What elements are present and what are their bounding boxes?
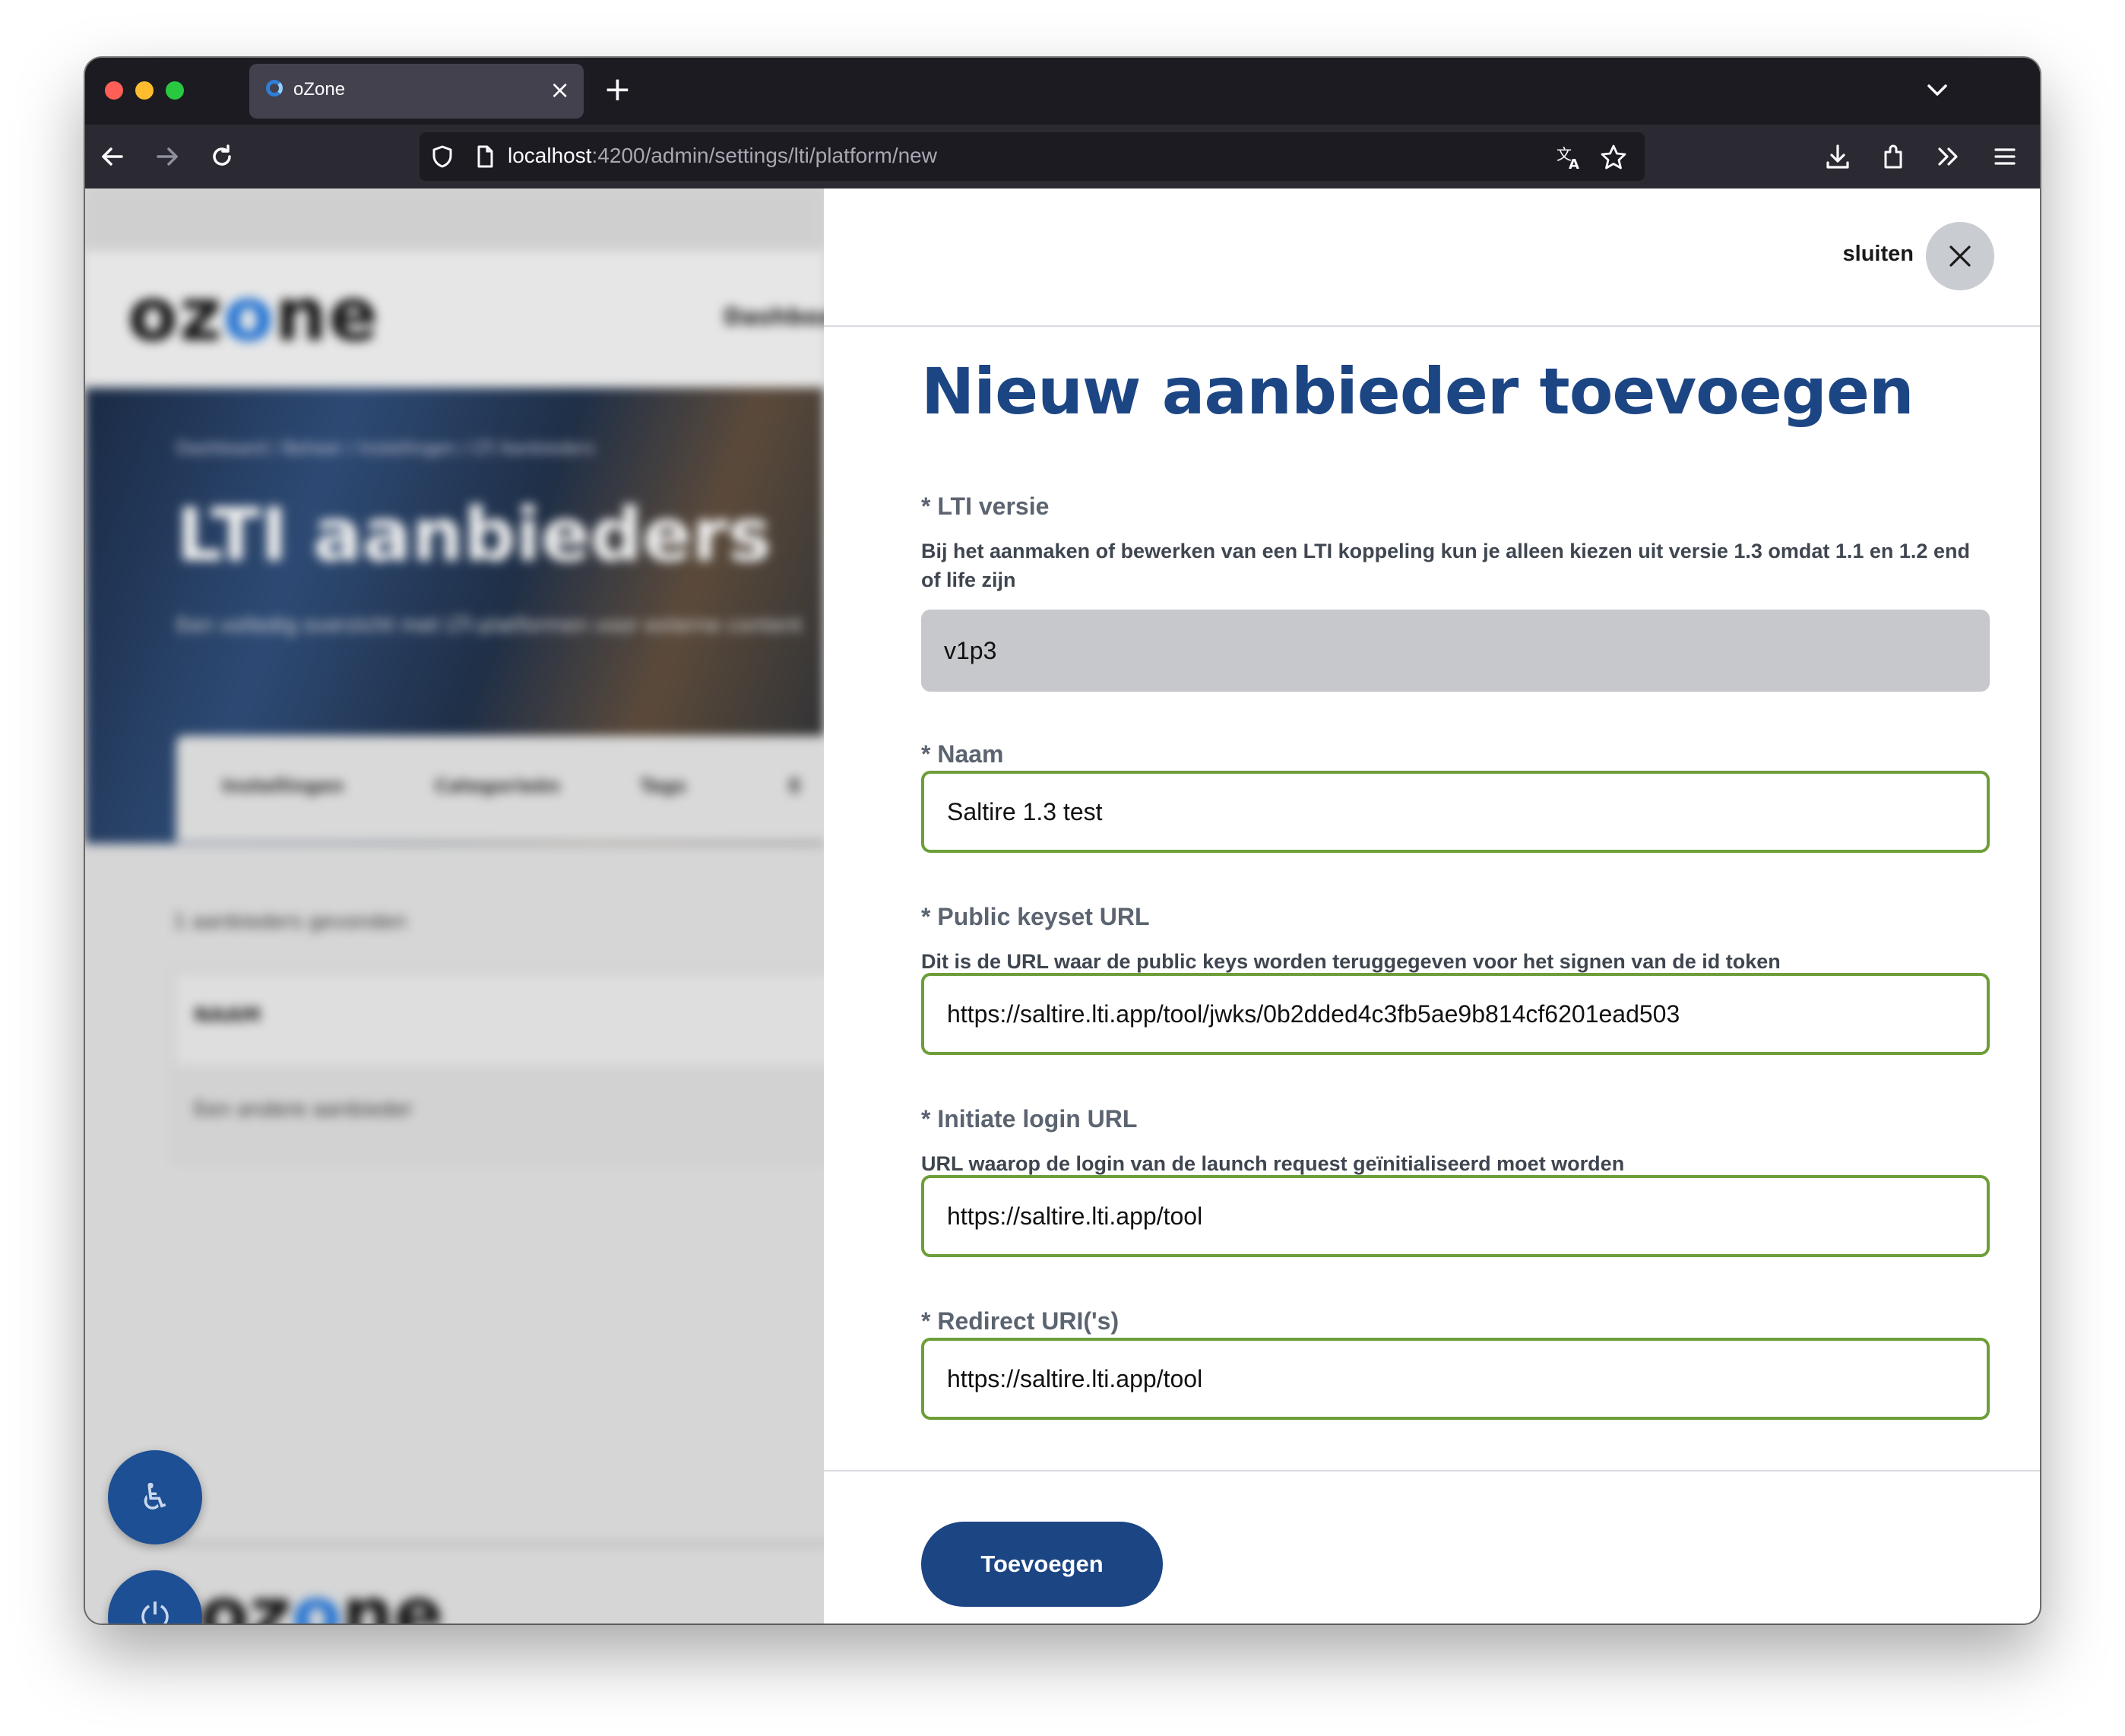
background-tab: E	[789, 775, 802, 797]
translate-icon[interactable]: 文 A	[1555, 143, 1584, 172]
reload-icon[interactable]	[207, 141, 237, 172]
public-keyset-url-help: Dit is de URL waar de public keys worden…	[921, 950, 1781, 973]
redirect-uris-label: * Redirect URI('s)	[921, 1307, 1120, 1335]
new-tab-button[interactable]: +	[603, 70, 632, 109]
close-button[interactable]	[1926, 222, 1994, 290]
back-arrow-icon[interactable]	[97, 141, 128, 172]
add-provider-panel: sluiten Nieuw aanbieder toevoegen * LTI …	[824, 188, 2040, 1624]
table-row: Een andere aanbieder	[176, 1065, 824, 1159]
close-icon	[1949, 246, 1971, 267]
browser-tab[interactable]: oZone ×	[249, 64, 584, 119]
shield-icon[interactable]	[429, 143, 456, 170]
initiate-login-url-label: * Initiate login URL	[921, 1105, 1138, 1133]
close-label[interactable]: sluiten	[1843, 242, 1914, 267]
background-tabs: Instellingen Categorieën Tags E	[176, 736, 824, 842]
close-window-button[interactable]	[105, 81, 123, 100]
background-table-cell: Een andere aanbieder	[194, 1098, 413, 1121]
panel-footer-divider	[824, 1470, 2040, 1471]
navigation-bar: localhost:4200/admin/settings/lti/platfo…	[85, 125, 2040, 188]
logo-part: oz	[128, 272, 223, 357]
logo-accent: o	[291, 1572, 342, 1624]
browser-window: oZone × + localhost:4200/admin/settings/…	[85, 58, 2040, 1624]
svg-text:A: A	[1569, 157, 1579, 172]
background-subtitle: Een volledig overzicht met LTI-platforme…	[176, 614, 803, 637]
bookmark-star-icon[interactable]	[1599, 143, 1628, 172]
page-icon[interactable]	[471, 143, 499, 170]
ozone-favicon-icon	[266, 80, 283, 97]
initiate-login-url-input[interactable]	[921, 1175, 1990, 1257]
url-host: localhost	[508, 144, 592, 167]
extensions-icon[interactable]	[1879, 141, 1909, 172]
initiate-login-url-help: URL waarop de login van de launch reques…	[921, 1152, 1625, 1175]
redirect-uris-input[interactable]	[921, 1338, 1990, 1420]
power-button[interactable]: ⏻	[108, 1570, 202, 1624]
logo-part: ne	[341, 1572, 444, 1624]
name-input[interactable]	[921, 771, 1990, 853]
maximize-window-button[interactable]	[166, 81, 184, 100]
minimize-window-button[interactable]	[135, 81, 154, 100]
background-page-title: LTI aanbieders	[176, 493, 771, 578]
background-breadcrumb: Dashboard / Beheer / Instellingen / LTI …	[176, 439, 595, 458]
background-tab: Tags	[640, 775, 686, 797]
background-tab: Instellingen	[222, 775, 344, 797]
page-content: ozone Dashboa Dashboard / Beheer / Inste…	[85, 188, 2040, 1624]
background-nav-item: Dashboa	[724, 304, 824, 331]
lti-version-label: * LTI versie	[921, 493, 1050, 520]
background-footer-divider	[169, 1541, 824, 1546]
logo-part: ne	[274, 272, 380, 357]
name-label: * Naam	[921, 740, 1004, 768]
background-footer-logo: ozone	[199, 1572, 443, 1624]
power-icon: ⏻	[141, 1596, 169, 1624]
background-table-header: NAAM	[194, 1004, 261, 1027]
hamburger-menu-icon[interactable]	[1990, 141, 2020, 172]
tab-title: oZone	[293, 79, 346, 100]
panel-title: Nieuw aanbieder toevoegen	[921, 354, 1914, 429]
public-keyset-url-label: * Public keyset URL	[921, 903, 1150, 930]
background-page: ozone Dashboa Dashboard / Beheer / Inste…	[85, 188, 824, 1624]
logo-accent: o	[223, 272, 275, 357]
background-top-strip	[85, 188, 824, 251]
overflow-chevrons-icon[interactable]	[1933, 141, 1964, 172]
background-table: NAAM Een andere aanbieder	[173, 971, 824, 1161]
accessibility-icon: ♿	[138, 1476, 172, 1519]
logo-part: oz	[199, 1572, 292, 1624]
background-tab: Categorieën	[435, 775, 560, 797]
url-bar[interactable]: localhost:4200/admin/settings/lti/platfo…	[420, 132, 1645, 181]
url-path: :4200/admin/settings/lti/platform/new	[591, 144, 937, 167]
public-keyset-url-input[interactable]	[921, 973, 1990, 1055]
background-result-count: 1 aanbieders gevonden	[173, 911, 407, 933]
chevron-down-icon[interactable]	[1918, 71, 1956, 109]
url-text[interactable]: localhost:4200/admin/settings/lti/platfo…	[508, 144, 937, 168]
lti-version-input[interactable]	[921, 610, 1990, 692]
forward-arrow-icon[interactable]	[152, 141, 182, 172]
tab-strip: oZone × +	[85, 58, 2040, 125]
download-icon[interactable]	[1823, 141, 1853, 172]
panel-header: sluiten	[824, 188, 2040, 327]
background-logo: ozone	[128, 272, 379, 357]
add-button[interactable]: Toevoegen	[921, 1522, 1163, 1607]
tab-close-icon[interactable]: ×	[549, 74, 570, 105]
lti-version-help: Bij het aanmaken of bewerken van een LTI…	[921, 540, 1970, 591]
accessibility-button[interactable]: ♿	[108, 1450, 202, 1544]
